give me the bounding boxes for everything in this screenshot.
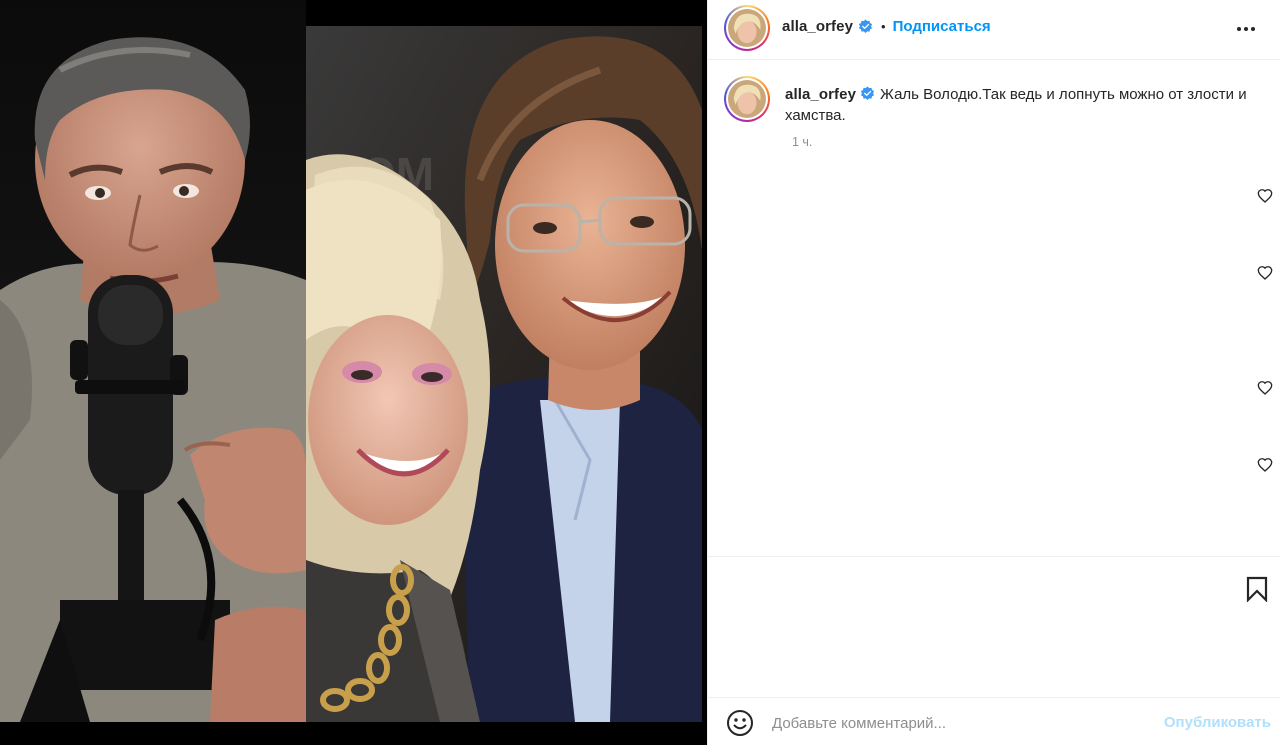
heart-icon[interactable] xyxy=(1257,188,1273,204)
author-username[interactable]: alla_orfey xyxy=(782,18,853,35)
caption-username[interactable]: alla_orfey xyxy=(785,86,856,103)
author-avatar[interactable] xyxy=(724,5,770,51)
separator-dot: • xyxy=(881,19,886,34)
post-photo-collage: OM OM xyxy=(0,0,707,745)
heart-icon[interactable] xyxy=(1257,380,1273,396)
instagram-post: OM OM xyxy=(0,0,1280,745)
comment-composer: Опубликовать xyxy=(708,697,1280,745)
bookmark-icon[interactable] xyxy=(1245,576,1269,602)
more-horizontal-icon xyxy=(1237,27,1255,31)
more-options-button[interactable] xyxy=(1233,18,1259,40)
comment-input[interactable] xyxy=(772,708,1144,738)
heart-icon[interactable] xyxy=(1257,457,1273,473)
verified-badge-icon xyxy=(858,19,873,34)
publish-comment-button[interactable]: Опубликовать xyxy=(1164,714,1271,731)
post-side-panel: alla_orfey • Подписаться alla_orfey Жаль… xyxy=(707,0,1280,745)
heart-icon[interactable] xyxy=(1257,265,1273,281)
caption-timestamp[interactable]: 1 ч. xyxy=(792,135,812,149)
right-photo: OM OM xyxy=(306,26,702,722)
post-actions xyxy=(708,556,1280,696)
avatar-image xyxy=(728,9,766,47)
follow-button[interactable]: Подписаться xyxy=(893,18,991,35)
verified-badge-icon xyxy=(860,86,875,101)
header-user-line: alla_orfey • Подписаться xyxy=(782,18,991,35)
emoji-smile-icon[interactable] xyxy=(726,709,754,737)
caption-text-block: alla_orfey Жаль Володю.Так ведь и лопнут… xyxy=(785,84,1255,126)
post-media[interactable]: OM OM xyxy=(0,0,707,745)
avatar-image xyxy=(728,80,766,118)
caption-avatar[interactable] xyxy=(724,76,770,122)
left-photo xyxy=(0,0,306,722)
post-header: alla_orfey • Подписаться xyxy=(708,0,1280,60)
